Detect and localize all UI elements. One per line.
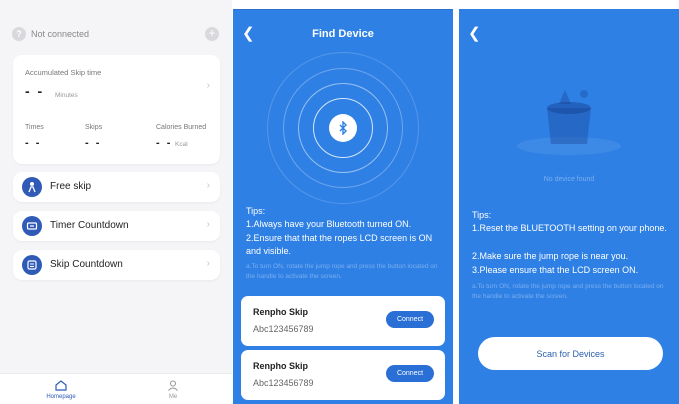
stat-times-label: Times: [25, 124, 44, 131]
tip-1: 1.Always have your Bluetooth turned ON.: [246, 219, 412, 229]
no-device-message: No device found: [543, 176, 595, 183]
user-icon: [168, 380, 178, 391]
stat-skips-label: Skips: [85, 124, 103, 131]
status-bar: [459, 0, 679, 9]
chevron-right-icon: ›: [206, 180, 210, 191]
tip-note: a.To turn ON, rotate the jump rope and p…: [246, 263, 438, 280]
connect-button[interactable]: Connect: [386, 365, 434, 382]
device-id: Abc123456789: [253, 378, 314, 388]
stat-calories-unit: Kcal: [175, 141, 188, 148]
bluetooth-icon: [329, 114, 357, 142]
device-id: Abc123456789: [253, 324, 314, 334]
menu-skip-countdown-label: Skip Countdown: [50, 259, 123, 270]
skip-time-title: Accumulated Skip time: [25, 68, 102, 77]
tips-heading: Tips:: [472, 210, 492, 220]
chevron-right-icon: ›: [206, 80, 210, 91]
divider: [233, 9, 453, 10]
skip-time-unit: Minutes: [55, 92, 78, 99]
no-device-screen: ❮ No device found Tips: 1.Reset the BLUE…: [459, 0, 679, 404]
stat-skips-value: - -: [85, 137, 102, 149]
counter-icon: [22, 255, 42, 275]
stat-times-value: - -: [25, 137, 42, 149]
stat-calories-label: Calories Burned: [156, 124, 207, 131]
tip-3: 3.Please ensure that the LCD screen ON.: [472, 265, 639, 275]
skip-summary-card[interactable]: Accumulated Skip time - - Minutes › Time…: [13, 55, 220, 164]
status-bar: [233, 0, 453, 9]
device-card[interactable]: Renpho Skip Abc123456789 Connect: [241, 296, 445, 346]
device-name: Renpho Skip: [253, 307, 309, 317]
page-title: Find Device: [312, 28, 374, 40]
stat-calories-value: - -: [156, 137, 173, 149]
tip-1: 1.Reset the BLUETOOTH setting on your ph…: [472, 223, 667, 233]
connection-status-label: Not connected: [31, 29, 90, 39]
menu-timer-countdown-label: Timer Countdown: [50, 220, 129, 231]
empty-state-illustration: [517, 90, 621, 155]
device-name: Renpho Skip: [253, 361, 309, 371]
skipper-icon: [22, 177, 42, 197]
tab-me[interactable]: Me: [143, 380, 203, 400]
tab-homepage-label: Homepage: [46, 394, 76, 400]
tips-heading: Tips:: [246, 206, 266, 216]
question-icon: ?: [12, 27, 26, 41]
menu-free-skip-label: Free skip: [50, 181, 92, 192]
menu-skip-countdown[interactable]: Skip Countdown ›: [13, 250, 220, 280]
add-device-icon[interactable]: +: [205, 27, 219, 41]
home-icon: [55, 380, 67, 391]
skip-time-value: - -: [25, 83, 45, 99]
back-icon[interactable]: ❮: [468, 24, 481, 42]
tip-2: 2.Make sure the jump rope is near you.: [472, 251, 629, 261]
home-screen: ? Not connected + Accumulated Skip time …: [0, 0, 232, 404]
tab-me-label: Me: [168, 394, 178, 400]
timer-icon: [22, 216, 42, 236]
device-card[interactable]: Renpho Skip Abc123456789 Connect: [241, 350, 445, 400]
menu-free-skip[interactable]: Free skip ›: [13, 172, 220, 202]
bottom-tab-bar: Homepage Me: [0, 373, 232, 404]
tip-note: a.To turn ON, rotate the jump rope and p…: [472, 283, 664, 300]
connect-button[interactable]: Connect: [386, 311, 434, 328]
tip-2: 2.Ensure that that the ropes LCD screen …: [246, 233, 433, 256]
connection-status[interactable]: ? Not connected: [12, 27, 89, 41]
scan-devices-button[interactable]: Scan for Devices: [478, 337, 663, 370]
menu-timer-countdown[interactable]: Timer Countdown ›: [13, 211, 220, 241]
chevron-right-icon: ›: [206, 219, 210, 230]
chevron-right-icon: ›: [206, 258, 210, 269]
tab-homepage[interactable]: Homepage: [31, 380, 91, 400]
find-device-screen: ❮ Find Device Tips: 1.Always have your B…: [233, 0, 453, 404]
